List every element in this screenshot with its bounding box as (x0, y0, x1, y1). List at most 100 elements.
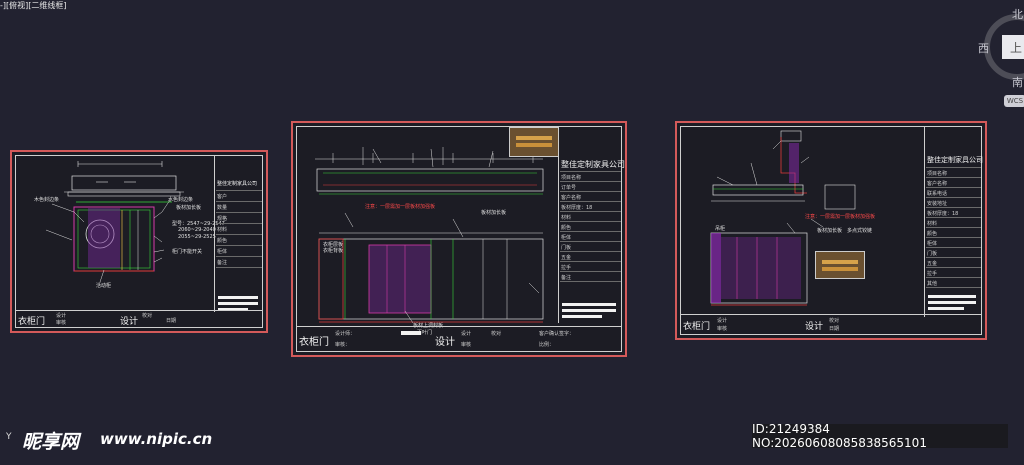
tb-label[interactable]: 五金 (927, 260, 937, 267)
bb-label[interactable]: 校对 (142, 312, 152, 319)
bb-label[interactable]: 客户确认签字： (539, 330, 574, 337)
bb-label[interactable]: 校对 (491, 330, 501, 337)
ucs-icon: Y (6, 432, 12, 442)
tb-label[interactable]: 五金 (561, 254, 571, 261)
tb-label[interactable]: 拉手 (927, 270, 937, 277)
bb-label[interactable]: 校对 (829, 317, 839, 324)
tb-row (926, 197, 981, 198)
tb-label[interactable]: 门板 (561, 244, 571, 251)
bb-label[interactable]: 审核 (717, 325, 727, 332)
tb-row (216, 212, 262, 213)
tb-row (560, 241, 621, 242)
bb-label[interactable]: 审核： (335, 341, 350, 348)
tb-label[interactable]: 板材厚度：18 (927, 210, 958, 217)
tb-label[interactable]: 柜体 (927, 240, 937, 247)
title-block: 整佳定制家具公司 项目名称 客户名称 联系电话 安装地址 板材厚度：18 材料 … (924, 127, 983, 317)
tb-row (560, 231, 621, 232)
viewcube-top-face[interactable]: 上 (1002, 35, 1024, 59)
annotation[interactable]: 板材加长板 (176, 204, 201, 211)
tb-label[interactable]: 项目名称 (927, 170, 947, 177)
drawing-sheet-2[interactable]: 注意：一层需加一层板材加强板 板材加长板 板材上调封板 百叶门 衣柜层板 衣柜背… (291, 121, 627, 357)
tb-row (926, 207, 981, 208)
viewcube[interactable]: 北 西 南 上 (978, 6, 1024, 98)
annotation[interactable]: 木色封边条 (34, 196, 59, 203)
tb-label[interactable]: 柜体 (217, 248, 227, 255)
bb-label[interactable]: 审核 (461, 341, 471, 348)
viewport-label[interactable]: -][俯视][二维线框] (0, 0, 67, 11)
bb-label[interactable]: 设计 (461, 330, 471, 337)
tb-label[interactable]: 门板 (927, 250, 937, 257)
bb-label[interactable]: 设计 (56, 312, 66, 319)
annotation[interactable]: 吊柜 (715, 225, 725, 232)
tb-label[interactable]: 材料 (927, 220, 937, 227)
annotation[interactable]: 水色封边条 (168, 196, 193, 203)
title-block: 整佳定制家具公司 客户 数量 规格 材料 颜色 柜体 备注 (214, 156, 262, 312)
tb-label[interactable]: 备注 (561, 274, 571, 281)
annotation[interactable]: 活动柜 (96, 282, 111, 289)
tb-label[interactable]: 其他 (927, 280, 937, 287)
tb-label[interactable]: 材料 (561, 214, 571, 221)
design-label[interactable]: 设计 (805, 319, 823, 332)
tb-row (926, 187, 981, 188)
bb-label[interactable]: 审核 (56, 319, 66, 326)
tb-row (216, 223, 262, 224)
design-label[interactable]: 设计 (120, 314, 138, 327)
tb-label[interactable]: 板材厚度：18 (561, 204, 592, 211)
annotation[interactable]: 板材加长板 (817, 227, 842, 234)
bb-label[interactable]: 日期 (829, 325, 839, 332)
tb-row (560, 191, 621, 192)
annotation[interactable]: 柜门不能开关 (172, 248, 202, 255)
design-label[interactable]: 设计 (435, 333, 455, 348)
tb-row (216, 267, 262, 268)
tb-label[interactable]: 颜色 (561, 224, 571, 231)
annotation[interactable]: 板材加长板 (481, 209, 506, 216)
bb-label[interactable]: 设计师： (335, 330, 355, 337)
wcs-button[interactable]: WCS (1004, 95, 1024, 107)
tb-row (926, 257, 981, 258)
company-name[interactable]: 整佳定制家具公司 (217, 180, 257, 187)
tb-label[interactable]: 客户 (217, 193, 227, 200)
tb-label[interactable]: 规格 (217, 215, 227, 222)
tb-label[interactable]: 客户名称 (927, 180, 947, 187)
tb-label[interactable]: 联系电话 (927, 190, 947, 197)
company-name[interactable]: 整佳定制家具公司 (927, 155, 983, 165)
tb-row (560, 211, 621, 212)
tb-label[interactable]: 数量 (217, 204, 227, 211)
tb-label[interactable]: 柜体 (561, 234, 571, 241)
annotation[interactable]: 多点式铰链 (847, 227, 872, 234)
reference-photo (509, 127, 559, 157)
sheet-name[interactable]: 衣柜门 (299, 333, 329, 348)
north-label[interactable]: 北 (1012, 6, 1023, 22)
annotation[interactable]: 衣柜背板 (323, 247, 343, 254)
south-label[interactable]: 南 (1012, 74, 1023, 90)
red-note[interactable]: 注意：一层需加一层板材加强板 (805, 213, 875, 220)
tb-row (926, 287, 981, 288)
tb-label[interactable]: 客户名称 (561, 194, 581, 201)
reference-photo (815, 251, 865, 279)
tb-label[interactable]: 安装地址 (927, 200, 947, 207)
tb-row (560, 201, 621, 202)
tb-label[interactable]: 颜色 (217, 237, 227, 244)
tb-label[interactable]: 备注 (217, 259, 227, 266)
drawing-sheet-1[interactable]: 木色封边条 水色封边条 板材加长板 型号：2547~29-2547 2060~2… (10, 150, 268, 333)
west-label[interactable]: 西 (978, 40, 989, 56)
tb-row (216, 201, 262, 202)
tb-row (926, 277, 981, 278)
bb-label[interactable]: 设计 (717, 317, 727, 324)
tb-label[interactable]: 颜色 (927, 230, 937, 237)
tb-label[interactable]: 拉手 (561, 264, 571, 271)
drawing-sheet-3[interactable]: 注意：一层需加一层板材加强板 板材加长板 多点式铰链 吊柜 整佳定制家具公司 项… (675, 121, 987, 340)
tb-row (560, 261, 621, 262)
sheet-name[interactable]: 衣柜门 (683, 319, 710, 332)
tb-label[interactable]: 订单号 (561, 184, 576, 191)
bb-label[interactable]: 比例： (539, 341, 554, 348)
annotation[interactable]: 2055~29-2525 (178, 234, 216, 240)
bb-label[interactable]: 日期 (166, 317, 176, 324)
white-fill (928, 295, 976, 298)
company-name[interactable]: 整佳定制家具公司 (561, 159, 625, 170)
annotation[interactable]: 2060~29-2040 (178, 227, 216, 233)
sheet-name[interactable]: 衣柜门 (18, 314, 45, 327)
red-note[interactable]: 注意：一层需加一层板材加强板 (365, 203, 435, 210)
tb-label[interactable]: 材料 (217, 226, 227, 233)
tb-label[interactable]: 项目名称 (561, 174, 581, 181)
